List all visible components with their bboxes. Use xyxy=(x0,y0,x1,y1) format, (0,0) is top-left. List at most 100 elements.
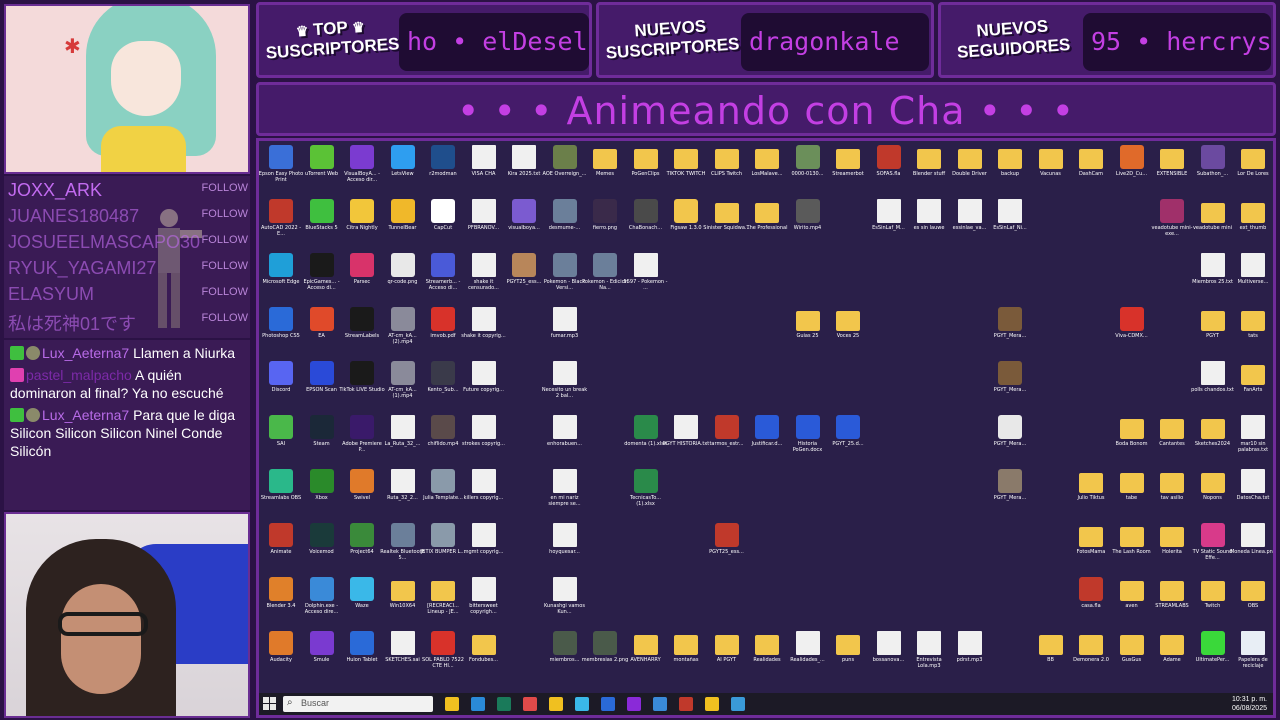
taskbar-app-icon[interactable] xyxy=(653,697,667,711)
desktop-icon[interactable]: veadotube mini-exe... xyxy=(1152,197,1192,249)
desktop-icon[interactable]: Huion Tablet xyxy=(342,629,382,681)
desktop-icon[interactable]: SKETCHES.sai xyxy=(383,629,423,681)
desktop-icon[interactable]: Julio Tiktus xyxy=(1071,467,1111,519)
desktop-icon[interactable]: polls chandos.txt xyxy=(1191,359,1234,411)
desktop-icon[interactable]: Project64 xyxy=(342,521,382,573)
desktop-icon[interactable]: mar10 sin palabras.txt xyxy=(1233,413,1273,465)
desktop-icon[interactable]: Realtek Bluetooth 5... xyxy=(380,521,425,573)
desktop-icon[interactable]: Realidades_... xyxy=(788,629,828,681)
desktop-icon[interactable]: TecnicasTo... (1).xlsx xyxy=(626,467,666,519)
desktop-icon[interactable]: Epson Easy Photo Print xyxy=(259,143,303,195)
desktop-icon[interactable]: es sin lauwe xyxy=(909,197,949,249)
desktop-icon[interactable]: SOFAS.fla xyxy=(869,143,909,195)
desktop-icon[interactable]: Steam xyxy=(302,413,342,465)
taskbar-app-icon[interactable] xyxy=(549,697,563,711)
desktop-icon[interactable]: STREAMLABS xyxy=(1152,575,1192,627)
desktop-icon[interactable]: Demonera 2.0 xyxy=(1071,629,1111,681)
desktop-icon[interactable]: imvob.pdf xyxy=(423,305,463,357)
desktop-icon[interactable]: tabe xyxy=(1112,467,1152,519)
desktop-icon[interactable]: PGYT HISTORIA.txt xyxy=(663,413,709,465)
desktop-icon[interactable]: Voicemod xyxy=(302,521,342,573)
desktop-icon[interactable]: r2modman xyxy=(423,143,463,195)
desktop-icon[interactable]: Multiverse... xyxy=(1233,251,1273,303)
desktop-icon[interactable]: Double Driver xyxy=(950,143,990,195)
desktop-icon[interactable]: AT-cm_kA... (2).mp4 xyxy=(383,305,423,357)
desktop-icon[interactable]: Citra Nightly xyxy=(342,197,382,249)
desktop-icon[interactable]: Kunashgi vamos Kun... xyxy=(544,575,585,627)
desktop-icon[interactable]: DatosCha.txt xyxy=(1233,467,1273,519)
desktop-icon[interactable]: Discord xyxy=(261,359,301,411)
desktop-icon[interactable]: PGYT_Mera... xyxy=(990,359,1030,411)
desktop-icon[interactable]: EsSinLaf_Ni... xyxy=(990,197,1030,249)
desktop-icon[interactable]: ext_thumb xyxy=(1233,197,1273,249)
desktop-icon[interactable]: visualboya... xyxy=(504,197,544,249)
desktop-icon[interactable]: shake it censurado... xyxy=(464,251,504,303)
desktop-icon[interactable]: tarmos_estr... xyxy=(707,413,747,465)
desktop-icon[interactable]: ChaBonach... xyxy=(626,197,666,249)
desktop-icon[interactable]: Streamerbot xyxy=(828,143,868,195)
desktop-icon[interactable]: tats xyxy=(1233,305,1273,357)
desktop-icon[interactable]: Blender 3.4 xyxy=(261,575,301,627)
desktop-icon[interactable]: EpicGames... - Acceso di... xyxy=(302,251,342,303)
desktop-icon[interactable]: TikTok LIVE Studio xyxy=(339,359,385,411)
desktop-icon[interactable]: Pokemon - Edicion Na... xyxy=(582,251,628,303)
desktop-icon[interactable]: Future copyrig... xyxy=(463,359,504,411)
desktop-icon[interactable]: uTorrent Web xyxy=(302,143,342,195)
desktop-icon[interactable]: Kento_Sub... xyxy=(423,359,463,411)
desktop-icon[interactable]: Smule xyxy=(302,629,342,681)
desktop-icon[interactable]: PGYT25_ess... xyxy=(504,251,544,303)
taskbar-app-icon[interactable] xyxy=(523,697,537,711)
desktop-icon[interactable]: TunnelBear xyxy=(383,197,423,249)
desktop-icon[interactable]: pdrst.mp3 xyxy=(950,629,990,681)
desktop-icon[interactable]: Realidades xyxy=(747,629,787,681)
desktop-icon[interactable]: Streamerb... - Acceso di... xyxy=(423,251,463,303)
desktop-icon[interactable]: Papelera de reciclaje xyxy=(1233,629,1273,681)
desktop-icon[interactable]: AI PGYT xyxy=(707,629,747,681)
taskbar-app-icon[interactable] xyxy=(731,697,745,711)
desktop-icon[interactable]: 5597 - Pokemon - ... xyxy=(624,251,667,303)
desktop-icon[interactable]: veadotube mini xyxy=(1193,197,1233,249)
desktop-icon[interactable]: Blender stuff xyxy=(909,143,949,195)
desktop-icon[interactable]: Adame xyxy=(1152,629,1192,681)
taskbar-app-icon[interactable] xyxy=(445,697,459,711)
desktop-icon[interactable]: PFBRANOV... xyxy=(464,197,504,249)
desktop-icon[interactable]: Wirito.mp4 xyxy=(788,197,828,249)
desktop-icon[interactable]: PGYT25_ess... xyxy=(707,521,747,573)
desktop-icon[interactable]: VisualBoyA... - Acceso dir... xyxy=(342,143,382,195)
desktop-icon[interactable]: bossanova... xyxy=(869,629,909,681)
desktop-icon[interactable]: Cantantes xyxy=(1152,413,1192,465)
desktop-icon[interactable]: 0000-0130... xyxy=(788,143,828,195)
desktop-icon[interactable]: tav asilio xyxy=(1152,467,1192,519)
desktop-icon[interactable]: backup xyxy=(990,143,1030,195)
desktop-icon[interactable]: BB xyxy=(1031,629,1071,681)
desktop-icon[interactable]: Historia PoGen.docx xyxy=(788,413,828,465)
desktop-icon[interactable]: miembros... xyxy=(545,629,585,681)
desktop-icon[interactable]: essinlae_va... xyxy=(950,197,990,249)
desktop-icon[interactable]: CLIPS Twitch xyxy=(707,143,747,195)
desktop-icon[interactable]: PoGenClips xyxy=(626,143,666,195)
desktop-icon[interactable]: killers copyrig... xyxy=(464,467,504,519)
taskbar-app-icon[interactable] xyxy=(575,697,589,711)
desktop-icon[interactable]: mgmt copyrig... xyxy=(464,521,504,573)
desktop-icon[interactable]: Necesito un break 2 bal... xyxy=(542,359,587,411)
desktop-icon[interactable]: CapCut xyxy=(423,197,463,249)
desktop-icon[interactable]: fumar.mp3 xyxy=(545,305,585,357)
desktop-icon[interactable]: TIKTOK TWITCH xyxy=(666,143,706,195)
desktop-icon[interactable]: Win10X64 xyxy=(383,575,423,627)
desktop-icon[interactable]: The Lash Room xyxy=(1112,521,1152,573)
desktop-icon[interactable]: PGYT_Mera... xyxy=(990,305,1030,357)
desktop-icon[interactable]: The Professional xyxy=(747,197,787,249)
desktop-icon[interactable]: PGYT_Mera... xyxy=(990,467,1030,519)
desktop-icon[interactable]: La_Ruta_32_... xyxy=(383,413,423,465)
desktop-icon[interactable]: LosMalave... xyxy=(747,143,787,195)
desktop-icon[interactable]: Kira 2025.txt xyxy=(504,143,544,195)
desktop-icon[interactable]: PGYT_Mera... xyxy=(990,413,1030,465)
desktop-icon[interactable]: Figsaw 1.3.0 xyxy=(666,197,706,249)
windows-start-icon[interactable] xyxy=(263,697,277,711)
desktop-icon[interactable]: Streamlabs OBS xyxy=(261,467,301,519)
desktop-icon[interactable]: Adobe Premiere P... xyxy=(342,413,382,465)
desktop-icon[interactable]: fierro.png xyxy=(585,197,625,249)
desktop-icon[interactable]: [RECREACI... Lineup - JE... xyxy=(423,575,463,627)
desktop-icon[interactable]: BlueStacks 5 xyxy=(302,197,342,249)
desktop-icon[interactable]: Julia Template... xyxy=(423,467,463,519)
